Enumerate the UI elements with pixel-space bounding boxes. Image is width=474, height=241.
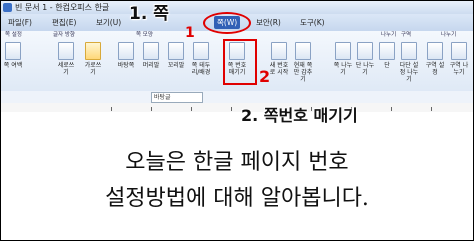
page-border-label: 쪽 테두리/배경 bbox=[191, 62, 211, 76]
document-line-1: 오늘은 한글 페이지 번호 bbox=[125, 150, 349, 175]
master-page-icon bbox=[118, 42, 134, 60]
footer-button[interactable]: 꼬리말 bbox=[166, 42, 186, 69]
menu-edit[interactable]: 편집(E) bbox=[49, 16, 79, 29]
footer-label: 꼬리말 bbox=[167, 62, 185, 69]
ruler-tick bbox=[231, 107, 232, 111]
master-page-label: 바탕쪽 bbox=[117, 62, 135, 69]
document-area[interactable]: 오늘은 한글 페이지 번호 설정방법에 대해 알아봅니다. bbox=[1, 112, 473, 240]
ruler-tick bbox=[391, 107, 392, 111]
horizontal-writing-button[interactable]: 가로쓰기 bbox=[83, 42, 103, 76]
multi-column-label: 다단 설정 나누기 bbox=[399, 62, 419, 83]
group-page-setup: 쪽 설정 bbox=[5, 32, 22, 38]
page-break-icon bbox=[335, 42, 351, 60]
ruler-tick bbox=[111, 107, 112, 111]
section-setup-label: 구역 설정 bbox=[425, 62, 445, 76]
page-border-icon bbox=[193, 42, 209, 60]
step2-number: 2 bbox=[259, 67, 271, 86]
vertical-writing-button[interactable]: 세로쓰기 bbox=[56, 42, 76, 76]
app-window: 빈 문서 1 - 한컴오피스 한글 파일(F) 편집(E) 보기(U) 쪽(W)… bbox=[0, 0, 474, 241]
ruler-tick bbox=[191, 107, 192, 111]
footer-icon bbox=[168, 42, 184, 60]
section-break-label: 구역 나누기 bbox=[449, 62, 469, 76]
section-setup-button[interactable]: 구역 설정 bbox=[425, 42, 445, 76]
hide-page-label: 현재 쪽만 감추기 bbox=[293, 62, 313, 83]
window-title: 빈 문서 1 - 한컴오피스 한글 bbox=[15, 3, 110, 12]
group-text-direction: 글자 방향 bbox=[53, 32, 75, 38]
margin-button[interactable]: 쪽 여백 bbox=[3, 42, 23, 69]
horizontal-writing-label: 가로쓰기 bbox=[84, 62, 102, 76]
menu-view[interactable]: 보기(U) bbox=[93, 16, 124, 29]
multi-column-icon bbox=[401, 42, 417, 60]
column-break-icon bbox=[357, 42, 373, 60]
master-page-button[interactable]: 바탕쪽 bbox=[116, 42, 136, 69]
step2-label: 2. 쪽번호 매기기 bbox=[241, 106, 358, 125]
group-break: 나누기 bbox=[381, 32, 397, 38]
menu-file[interactable]: 파일(F) bbox=[5, 16, 35, 29]
vertical-writing-icon bbox=[58, 42, 74, 60]
menu-security[interactable]: 보안(R) bbox=[253, 16, 284, 29]
hide-page-icon bbox=[295, 42, 311, 60]
column-label: 단 bbox=[384, 62, 390, 69]
header-label: 머리말 bbox=[142, 62, 160, 69]
app-icon bbox=[3, 3, 12, 12]
column-button[interactable]: 단 bbox=[377, 42, 397, 69]
multi-column-button[interactable]: 다단 설정 나누기 bbox=[399, 42, 419, 83]
group-page-shape: 쪽 모양 bbox=[136, 32, 153, 38]
ruler-tick bbox=[431, 107, 432, 111]
step1-label: 1. 쪽 bbox=[129, 4, 169, 24]
page-border-button[interactable]: 쪽 테두리/배경 bbox=[191, 42, 211, 76]
header-button[interactable]: 머리말 bbox=[141, 42, 161, 69]
page-break-label: 쪽 나누기 bbox=[333, 62, 353, 76]
column-icon bbox=[379, 42, 395, 60]
margin-label: 쪽 여백 bbox=[3, 62, 23, 69]
document-line-2: 설정방법에 대해 알아봅니다. bbox=[105, 186, 369, 211]
step1-number: 1 bbox=[185, 25, 195, 41]
header-icon bbox=[143, 42, 159, 60]
section-break-icon bbox=[451, 42, 467, 60]
vertical-writing-label: 세로쓰기 bbox=[57, 62, 75, 76]
page-break-button[interactable]: 쪽 나누기 bbox=[333, 42, 353, 76]
ruler-tick bbox=[151, 107, 152, 111]
group-break-2: 나누기 bbox=[441, 32, 457, 38]
section-setup-icon bbox=[427, 42, 443, 60]
hide-page-button[interactable]: 현재 쪽만 감추기 bbox=[293, 42, 313, 83]
group-section: 구역 bbox=[401, 32, 412, 38]
section-break-button[interactable]: 구역 나누기 bbox=[449, 42, 469, 76]
new-number-label: 새 번호로 시작 bbox=[269, 62, 289, 76]
margin-icon bbox=[5, 42, 21, 60]
menu-highlight-circle bbox=[203, 12, 251, 34]
horizontal-writing-icon bbox=[85, 42, 101, 60]
page-number-highlight-box bbox=[223, 39, 257, 85]
menu-tools[interactable]: 도구(K) bbox=[297, 16, 328, 29]
style-select[interactable]: 바탕글 bbox=[151, 92, 203, 103]
column-break-button[interactable]: 단 나누기 bbox=[355, 42, 375, 76]
column-break-label: 단 나누기 bbox=[355, 62, 375, 76]
new-number-button[interactable]: 새 번호로 시작 bbox=[269, 42, 289, 76]
new-number-icon bbox=[271, 42, 287, 60]
